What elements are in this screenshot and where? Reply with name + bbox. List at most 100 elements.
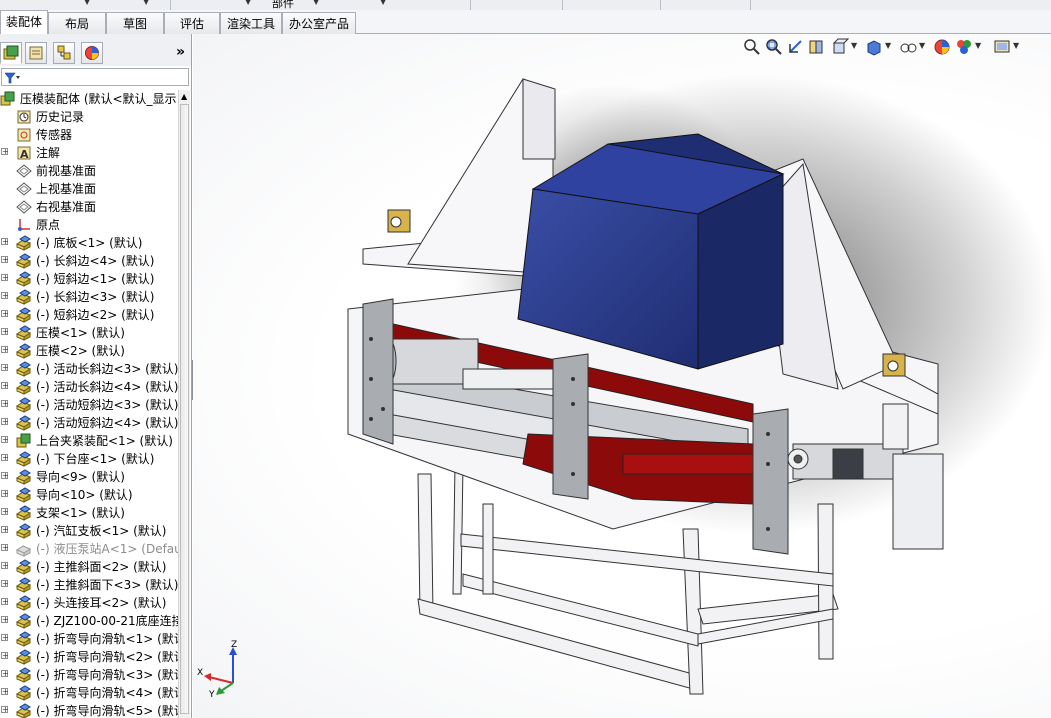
expand-toggle-icon[interactable]: + (1, 598, 9, 606)
chevron-down-icon[interactable]: ▼ (975, 41, 981, 50)
tree-item[interactable]: + (-) 底板<1> (默认) (0, 234, 178, 252)
chevron-down-icon[interactable]: ▼ (143, 0, 149, 6)
scroll-up-icon[interactable]: ▲ (181, 92, 187, 101)
tree-item[interactable]: + (-) 长斜边<3> (默认) (0, 288, 178, 306)
tree-item[interactable]: + 导向<9> (默认) (0, 468, 178, 486)
tree-item[interactable]: + (-) 折弯导向滑轨<3> (默认 (0, 666, 178, 684)
view-orientation-icon[interactable] (831, 38, 850, 56)
expand-toggle-icon[interactable]: + (1, 634, 9, 642)
scrollbar-thumb[interactable] (180, 104, 189, 714)
configuration-manager-tab[interactable] (53, 42, 75, 64)
expand-toggle-icon[interactable]: + (1, 148, 9, 156)
expand-toggle-icon[interactable]: + (1, 328, 9, 336)
tree-item[interactable]: + (-) 头连接耳<2> (默认) (0, 594, 178, 612)
tree-item[interactable]: + (-) 短斜边<2> (默认) (0, 306, 178, 324)
expand-toggle-icon[interactable]: + (1, 652, 9, 660)
apply-scene-icon[interactable] (955, 38, 973, 56)
expand-toggle-icon[interactable]: + (1, 472, 9, 480)
view-settings-icon[interactable] (993, 38, 1011, 56)
tree-item[interactable]: + (-) 活动短斜边<4> (默认) (0, 414, 178, 432)
tree-item[interactable]: + (-) 主推斜面<2> (默认) (0, 558, 178, 576)
tree-item[interactable]: 原点 (0, 216, 178, 234)
expand-toggle-icon[interactable]: + (1, 490, 9, 498)
tab-office-products[interactable]: 办公室产品 (282, 12, 356, 34)
zoom-to-area-icon[interactable] (765, 38, 783, 56)
expand-toggle-icon[interactable]: + (1, 256, 9, 264)
section-view-icon[interactable] (807, 38, 825, 56)
zoom-to-fit-icon[interactable] (743, 38, 761, 56)
tree-item[interactable]: + 支架<1> (默认) (0, 504, 178, 522)
expand-toggle-icon[interactable]: + (1, 616, 9, 624)
filter-icon[interactable] (5, 72, 21, 84)
chevron-down-icon[interactable]: ▼ (313, 0, 319, 6)
tree-item[interactable]: + (-) 液压泵站A<1> (Defau (0, 540, 178, 558)
tree-item[interactable]: + 导向<10> (默认) (0, 486, 178, 504)
tree-item[interactable]: + 压模<2> (默认) (0, 342, 178, 360)
expand-toggle-icon[interactable]: + (1, 562, 9, 570)
tree-item[interactable]: + (-) 折弯导向滑轨<5> (默认 (0, 702, 178, 718)
expand-toggle-icon[interactable]: + (1, 454, 9, 462)
previous-view-icon[interactable] (787, 38, 805, 56)
expand-toggle-icon[interactable]: + (1, 238, 9, 246)
chevron-down-icon[interactable]: ▼ (1013, 41, 1019, 50)
chevron-down-icon[interactable]: ▼ (851, 41, 857, 50)
expand-toggle-icon[interactable]: + (1, 688, 9, 696)
display-style-icon[interactable] (865, 38, 883, 56)
expand-toggle-icon[interactable]: + (1, 292, 9, 300)
tree-scrollbar[interactable]: ▲ (178, 90, 190, 718)
tab-assembly[interactable]: 装配体 (0, 10, 48, 34)
tree-item[interactable]: + (-) 活动短斜边<3> (默认) (0, 396, 178, 414)
tree-item[interactable]: + (-) 活动长斜边<4> (默认) (0, 378, 178, 396)
expand-toggle-icon[interactable]: + (1, 508, 9, 516)
graphics-viewport[interactable]: ▼ ▼ ▼ ▼ ▼ Z X Y (193, 34, 1051, 718)
expand-toggle-icon[interactable]: + (1, 706, 9, 714)
tree-item[interactable]: 右视基准面 (0, 198, 178, 216)
tree-item[interactable]: + (-) 短斜边<1> (默认) (0, 270, 178, 288)
expand-toggle-icon[interactable]: + (1, 346, 9, 354)
tree-item[interactable]: + (-) ZJZ100-00-21底座连接 (0, 612, 178, 630)
expand-toggle-icon[interactable]: + (1, 670, 9, 678)
chevron-down-icon[interactable]: ▼ (245, 0, 251, 6)
tree-item[interactable]: 上视基准面 (0, 180, 178, 198)
tree-item[interactable]: 历史记录 (0, 108, 178, 126)
tree-item[interactable]: + (-) 折弯导向滑轨<2> (默认 (0, 648, 178, 666)
tree-item[interactable]: + A 注解 (0, 144, 178, 162)
chevron-down-icon[interactable]: ▼ (380, 0, 386, 6)
tree-item[interactable]: + (-) 折弯导向滑轨<1> (默认 (0, 630, 178, 648)
expand-toggle-icon[interactable]: + (1, 580, 9, 588)
tab-render-tools[interactable]: 渲染工具 (220, 12, 282, 34)
tree-item[interactable]: + (-) 汽缸支板<1> (默认) (0, 522, 178, 540)
propertymanager-tab[interactable] (25, 42, 47, 64)
tree-item[interactable]: 压模装配体 (默认<默认_显示 (0, 90, 178, 108)
display-manager-tab[interactable] (81, 42, 103, 64)
tree-item[interactable]: + (-) 折弯导向滑轨<4> (默认 (0, 684, 178, 702)
chevron-down-icon[interactable]: ▼ (885, 41, 891, 50)
hide-show-items-icon[interactable] (899, 38, 917, 56)
expand-toggle-icon[interactable]: + (1, 526, 9, 534)
edit-appearance-icon[interactable] (933, 38, 951, 56)
tree-item[interactable]: 前视基准面 (0, 162, 178, 180)
tab-evaluate[interactable]: 评估 (164, 12, 220, 34)
tab-sketch[interactable]: 草图 (106, 12, 164, 34)
expand-toggle-icon[interactable]: + (1, 364, 9, 372)
expand-toggle-icon[interactable]: + (1, 274, 9, 282)
chevron-down-icon[interactable]: ▼ (919, 41, 925, 50)
tree-filter-bar[interactable] (1, 68, 189, 86)
tree-item[interactable]: + (-) 下台座<1> (默认) (0, 450, 178, 468)
tree-item[interactable]: + (-) 长斜边<4> (默认) (0, 252, 178, 270)
tree-item[interactable]: + (-) 活动长斜边<3> (默认) (0, 360, 178, 378)
tree-item[interactable]: + (-) 主推斜面下<3> (默认) (0, 576, 178, 594)
expand-toggle-icon[interactable]: + (1, 400, 9, 408)
expand-toggle-icon[interactable]: + (1, 544, 9, 552)
tree-item[interactable]: + 上台夹紧装配<1> (默认) (0, 432, 178, 450)
expand-toggle-icon[interactable]: + (1, 382, 9, 390)
chevron-down-icon[interactable]: ▼ (84, 0, 90, 6)
expand-panel-icon[interactable]: » (176, 44, 185, 60)
expand-toggle-icon[interactable]: + (1, 418, 9, 426)
tree-item[interactable]: + 压模<1> (默认) (0, 324, 178, 342)
tab-layout[interactable]: 布局 (48, 12, 106, 34)
expand-toggle-icon[interactable]: + (1, 310, 9, 318)
featuremanager-tab[interactable] (0, 42, 22, 64)
expand-toggle-icon[interactable]: + (1, 436, 9, 444)
tree-item[interactable]: 传感器 (0, 126, 178, 144)
